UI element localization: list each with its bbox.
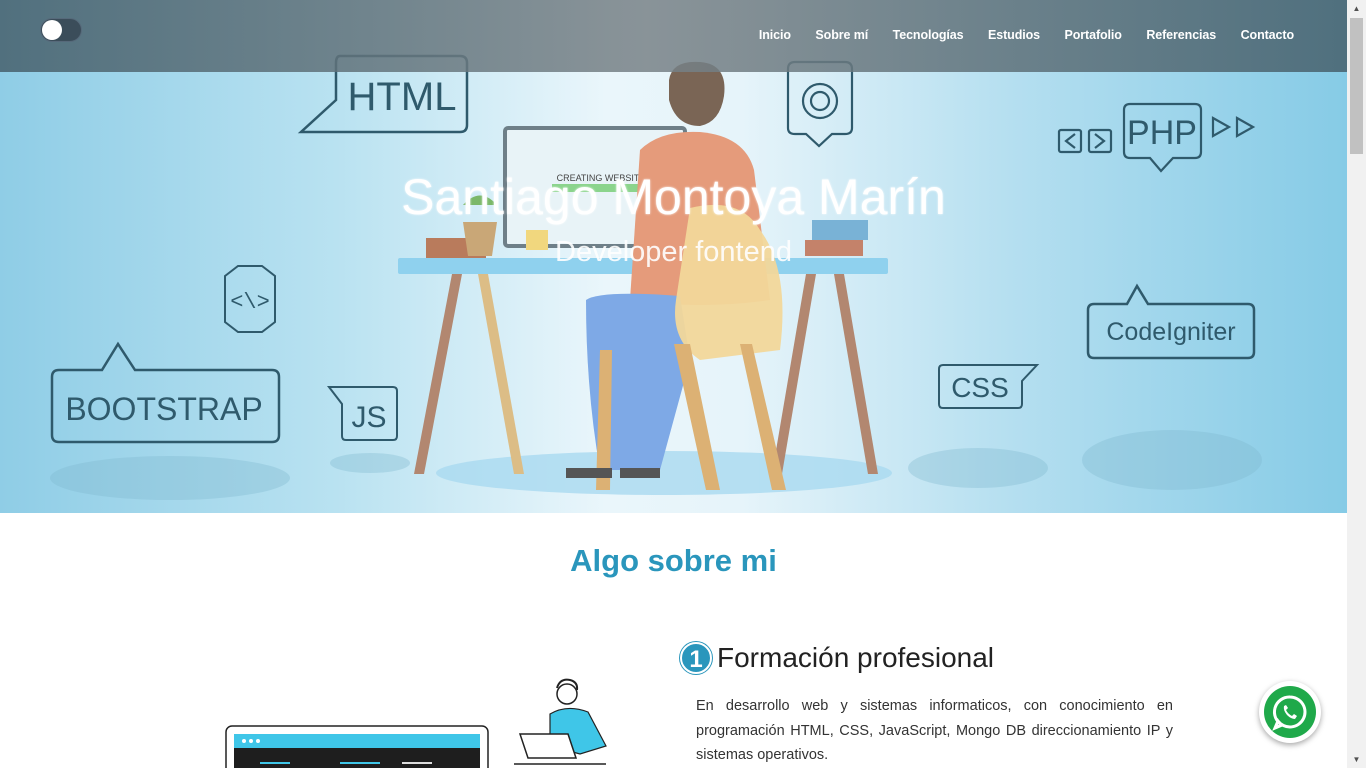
html-bubble-label: HTML xyxy=(348,75,457,119)
whatsapp-button[interactable] xyxy=(1259,681,1321,743)
codeigniter-bubble-label: CodeIgniter xyxy=(1106,318,1235,346)
vertical-scrollbar[interactable]: ▲ ▼ xyxy=(1347,0,1366,768)
laptop-illustration xyxy=(225,678,607,768)
section-title: Algo sobre mi xyxy=(570,543,777,578)
nav-item-tecnologias[interactable]: Tecnologías xyxy=(893,28,964,42)
desk-illustration: CREATING WEBSITE xyxy=(398,61,888,490)
page: HTML PHP <\> BOOTSTRAP JS CSS CodeIgnite… xyxy=(0,0,1366,768)
toggle-knob xyxy=(42,20,62,40)
nav-item-sobre-mi[interactable]: Sobre mí xyxy=(815,28,868,42)
code-bubble-label: <\> xyxy=(230,290,270,315)
gear-icon xyxy=(786,60,854,148)
theme-toggle-switch[interactable] xyxy=(40,18,82,42)
item-description: En desarrollo web y sistemas informatico… xyxy=(696,698,1173,763)
nav-item-estudios[interactable]: Estudios xyxy=(988,28,1040,42)
hero-title: Santiago Montoya Marín xyxy=(401,169,946,225)
bootstrap-bubble-label: BOOTSTRAP xyxy=(65,391,262,427)
item-number-badge: 1 xyxy=(680,642,712,674)
scrollbar-thumb[interactable] xyxy=(1350,18,1363,154)
whatsapp-icon xyxy=(1264,686,1316,738)
nav-item-referencias[interactable]: Referencias xyxy=(1146,28,1216,42)
css-bubble-label: CSS xyxy=(951,372,1009,403)
nav-item-inicio[interactable]: Inicio xyxy=(759,28,791,42)
nav-item-contacto[interactable]: Contacto xyxy=(1241,28,1294,42)
php-bubble-label: PHP xyxy=(1127,114,1197,152)
item-title: Formación profesional xyxy=(717,642,995,673)
scroll-down-arrow-icon[interactable]: ▼ xyxy=(1347,751,1366,768)
item-heading: 1 Formación profesional xyxy=(680,642,994,674)
hero-subtitle: Developer fontend xyxy=(555,236,792,268)
main-nav: Inicio Sobre mí Tecnologías Estudios Por… xyxy=(734,28,1294,42)
js-bubble-label: JS xyxy=(351,401,386,434)
navbar: Inicio Sobre mí Tecnologías Estudios Por… xyxy=(0,0,1347,72)
nav-item-portafolio[interactable]: Portafolio xyxy=(1065,28,1122,42)
scroll-up-arrow-icon[interactable]: ▲ xyxy=(1347,0,1366,17)
hero-banner: HTML PHP <\> BOOTSTRAP JS CSS CodeIgnite… xyxy=(0,0,1347,513)
